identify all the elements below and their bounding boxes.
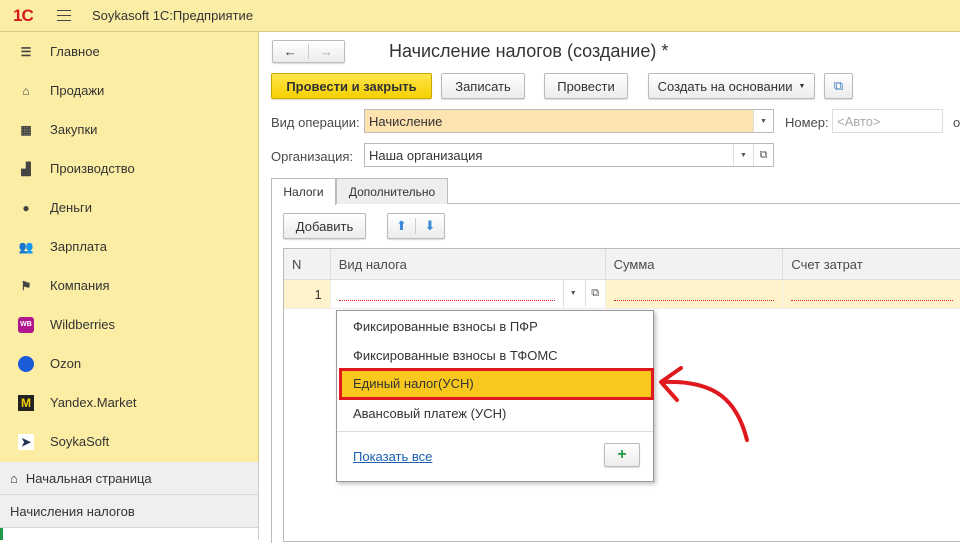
sidebar-item-purchases[interactable]: ▦ Закупки: [0, 110, 258, 149]
sidebar-item-main[interactable]: ☰ Главное: [0, 32, 258, 71]
arrow-down-icon[interactable]: ⬇: [416, 218, 444, 234]
dropdown-item[interactable]: Авансовый платеж (УСН): [353, 406, 506, 421]
dropdown-item[interactable]: Фиксированные взносы в ПФР: [353, 319, 538, 334]
chevron-down-icon[interactable]: ▼: [562, 280, 583, 307]
create-based-on-label: Создать на основании: [657, 78, 793, 94]
add-button[interactable]: Добавить: [283, 213, 366, 239]
selected-item-label: Единый налог(УСН): [353, 376, 474, 391]
sidebar-item-label: Wildberries: [50, 317, 116, 332]
number-label: Номер:: [785, 115, 829, 130]
chevron-down-icon: ▼: [798, 82, 806, 90]
save-button[interactable]: Записать: [441, 73, 525, 99]
home-icon: ⌂: [10, 470, 18, 486]
add-plus-icon[interactable]: +: [604, 443, 640, 467]
sidebar-item-salary[interactable]: 👥 Зарплата: [0, 227, 258, 266]
sidebar-item-wildberries[interactable]: WB Wildberries: [0, 305, 258, 344]
chevron-down-icon[interactable]: ▼: [733, 144, 753, 166]
date-label: о: [953, 115, 960, 130]
show-all-link[interactable]: Показать все: [353, 449, 432, 464]
column-header-tax-type[interactable]: Вид налога: [331, 249, 606, 279]
table-header: N Вид налога Сумма Счет затрат: [284, 249, 960, 280]
sidebar: ☰ Главное ⌂ Продажи ▦ Закупки ▟ Производство…: [0, 32, 259, 462]
page-title: Начисление налогов (создание) *: [389, 41, 669, 61]
open-icon[interactable]: ⧉: [753, 144, 773, 166]
sidebar-item-company[interactable]: ⚑ Компания: [0, 266, 258, 305]
sidebar-item-ozon[interactable]: Ozon: [0, 344, 258, 383]
dropdown-item-selected[interactable]: Единый налог(УСН): [339, 368, 654, 400]
sidebar-item-money[interactable]: ● Деньги: [0, 188, 258, 227]
tab-taxes[interactable]: Налоги: [271, 178, 336, 205]
sidebar-item-production[interactable]: ▟ Производство: [0, 149, 258, 188]
sidebar-item-label: Yandex.Market: [50, 395, 137, 410]
ruble-coin-icon: ●: [22, 200, 30, 215]
sidebar-item-label: SoykaSoft: [50, 434, 110, 449]
cell-n: 1: [284, 280, 331, 308]
home-page-label: Начальная страница: [25, 470, 152, 486]
sidebar-item-label: Деньги: [50, 200, 92, 215]
operation-value: Начисление: [369, 113, 443, 129]
number-input[interactable]: <Авто>: [832, 109, 943, 133]
home-page-link[interactable]: ⌂ Начальная страница: [0, 462, 258, 495]
nav-buttons: ← →: [272, 40, 345, 63]
dropdown-divider: [337, 431, 653, 432]
column-header-n[interactable]: N: [284, 249, 331, 279]
sidebar-item-label: Производство: [50, 161, 135, 176]
wb-logo-icon: WB: [18, 316, 34, 333]
column-header-account[interactable]: Счет затрат: [783, 249, 960, 279]
app-title: Soykasoft 1С:Предприятие: [92, 8, 254, 23]
forward-arrow-icon[interactable]: →: [309, 44, 345, 59]
organization-value: Наша организация: [369, 147, 483, 163]
sidebar-item-label: Продажи: [50, 83, 105, 98]
open-icon[interactable]: ⧉: [584, 280, 605, 307]
sidebar-item-label: Зарплата: [50, 239, 107, 254]
sidebar-item-sales[interactable]: ⌂ Продажи: [0, 71, 258, 110]
arrow-up-icon[interactable]: ⬆: [388, 218, 417, 234]
column-header-sum[interactable]: Сумма: [606, 249, 784, 279]
soykasoft-logo-icon: ➤: [18, 433, 34, 450]
main-menu-icon[interactable]: [57, 10, 71, 21]
active-window-tab[interactable]: [0, 528, 258, 540]
ozon-logo-icon: [18, 355, 34, 372]
cell-account[interactable]: [783, 280, 960, 308]
people-icon: 👥: [18, 239, 34, 254]
cart-icon: ▦: [20, 122, 32, 137]
sidebar-item-yandex-market[interactable]: M Yandex.Market: [0, 383, 258, 422]
flag-icon: ⚑: [20, 278, 32, 293]
post-button[interactable]: Провести: [544, 73, 628, 99]
table-row[interactable]: 1 ▼ ⧉: [284, 280, 960, 309]
dropdown-item[interactable]: Фиксированные взносы в ТФОМС: [353, 348, 558, 363]
organization-label: Организация:: [271, 149, 354, 164]
sidebar-item-label: Компания: [50, 278, 110, 293]
1c-logo: 1С: [13, 5, 34, 25]
tab-additional[interactable]: Дополнительно: [336, 178, 448, 204]
create-based-on-button[interactable]: Создать на основании ▼: [648, 73, 815, 99]
yandex-market-logo-icon: M: [18, 394, 34, 411]
factory-icon: ▟: [21, 161, 31, 176]
tax-type-dropdown: Фиксированные взносы в ПФР Фиксированные…: [336, 310, 654, 482]
post-and-close-button[interactable]: Провести и закрыть: [271, 73, 432, 99]
basket-icon: ⌂: [22, 83, 30, 98]
sidebar-item-label: Закупки: [50, 122, 98, 137]
operation-select[interactable]: Начисление ▼: [364, 109, 774, 133]
annotation-arrow-icon: [659, 366, 749, 442]
sidebar-item-label: Ozon: [50, 356, 82, 371]
open-windows-panel: ⌂ Начальная страница Начисления налогов: [0, 462, 259, 540]
sidebar-item-label: Главное: [50, 44, 100, 59]
cell-sum[interactable]: [606, 280, 784, 308]
menu-lines-icon: ☰: [20, 44, 32, 59]
back-arrow-icon[interactable]: ←: [273, 44, 309, 59]
structure-icon[interactable]: ⧉: [824, 73, 853, 99]
sidebar-item-soykasoft[interactable]: ➤ SoykaSoft: [0, 422, 258, 461]
cell-tax-type-input[interactable]: ▼ ⧉: [330, 280, 606, 308]
chevron-down-icon[interactable]: ▼: [753, 110, 773, 132]
move-buttons: ⬆ ⬇: [387, 213, 445, 239]
operation-label: Вид операции:: [271, 115, 360, 130]
top-bar: 1С Soykasoft 1С:Предприятие: [0, 0, 960, 32]
open-tab-tax-accruals[interactable]: Начисления налогов: [0, 495, 258, 528]
organization-select[interactable]: Наша организация ▼ ⧉: [364, 143, 774, 167]
tab-panel-border: [271, 203, 272, 543]
